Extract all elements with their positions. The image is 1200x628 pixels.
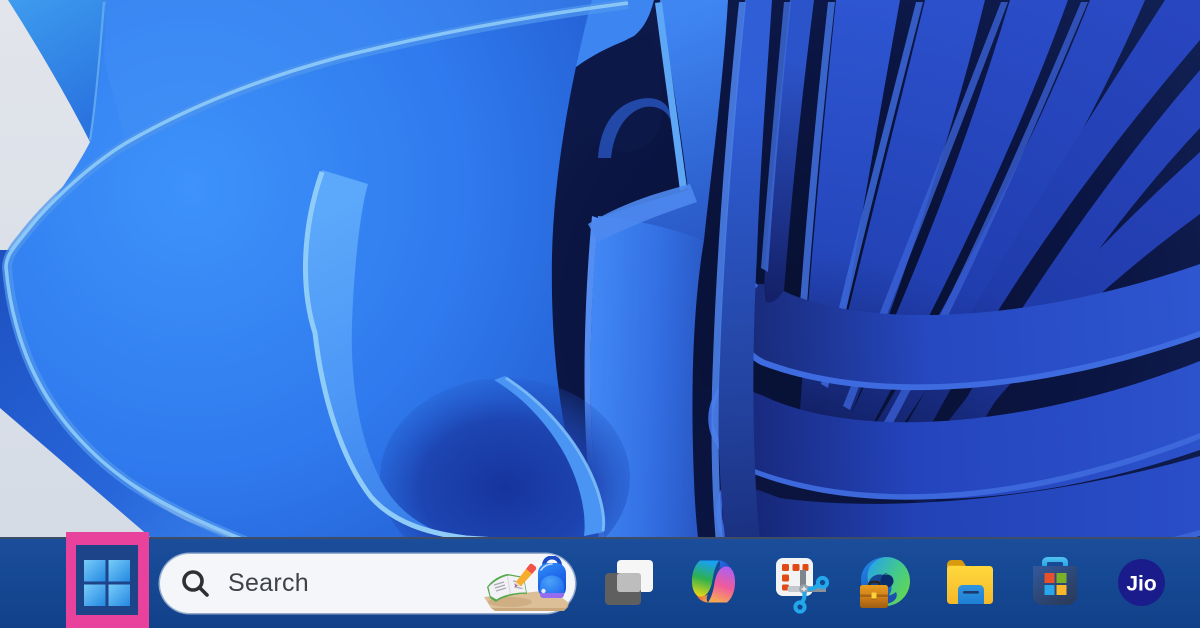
- svg-text:Jio: Jio: [1126, 573, 1156, 596]
